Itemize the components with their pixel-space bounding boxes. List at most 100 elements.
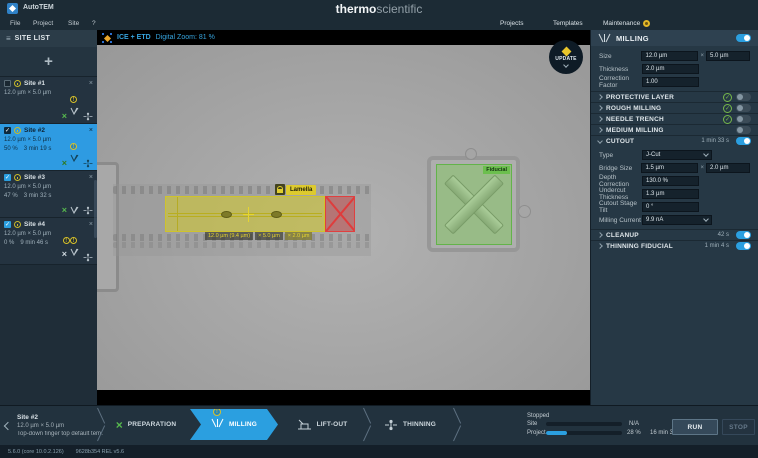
section-label: CUTOUT — [606, 138, 697, 145]
correction-factor-label: Correction Factor — [599, 75, 642, 89]
site-2-checkbox[interactable]: ✓ — [4, 127, 11, 134]
nav-maintenance[interactable]: Maintenance — [603, 20, 640, 27]
site-progress-bar — [546, 422, 622, 426]
section-label: PROTECTIVE LAYER — [606, 94, 719, 101]
version-label: 5.6.0 (core 10.0.2.126) — [8, 449, 64, 455]
bridge-size-input-2[interactable]: 2.0 µm — [706, 163, 750, 173]
rough-milling-toggle[interactable] — [736, 104, 751, 112]
section-needle-trench[interactable]: NEEDLE TRENCH ✓ — [591, 113, 758, 124]
dropdown-caret-icon — [703, 216, 709, 222]
cleanup-toggle[interactable] — [736, 231, 751, 239]
section-label: ROUGH MILLING — [606, 105, 719, 112]
thinning-mini-icon — [82, 253, 94, 262]
section-label: THINNING FIDUCIAL — [606, 243, 701, 250]
needle-trench-toggle[interactable] — [736, 115, 751, 123]
step-thinning[interactable]: THINNING — [366, 409, 454, 440]
lamella-pattern[interactable] — [165, 196, 325, 232]
site-step-icons: × — [62, 206, 94, 215]
site-3-checkbox[interactable]: ✓ — [4, 174, 11, 181]
jcut-pattern[interactable] — [325, 196, 355, 232]
site-4-checkbox[interactable]: ✓ — [4, 221, 11, 228]
nav-templates[interactable]: Templates — [553, 20, 583, 27]
site-name: Site #4 — [24, 221, 45, 228]
medium-milling-toggle[interactable] — [736, 126, 751, 134]
site-step-icons: !× ! — [62, 244, 94, 262]
pattern-handle[interactable] — [221, 211, 232, 218]
site-progress: 0 % — [4, 240, 14, 246]
update-button[interactable]: UPDATE — [549, 40, 583, 74]
section-cutout[interactable]: CUTOUT 1 min 33 s — [591, 135, 758, 146]
milling-current-dropdown[interactable]: 9.9 nA — [642, 215, 712, 225]
section-protective-layer[interactable]: PROTECTIVE LAYER ✓ — [591, 91, 758, 102]
section-label: NEEDLE TRENCH — [606, 116, 719, 123]
section-rough-milling[interactable]: ROUGH MILLING ✓ — [591, 102, 758, 113]
brand-thermo: thermo — [336, 2, 377, 16]
stop-button[interactable]: STOP — [722, 419, 755, 435]
plus-icon: + — [44, 54, 53, 69]
protective-layer-toggle[interactable] — [736, 93, 751, 101]
milling-toggle[interactable] — [736, 34, 751, 42]
menu-file[interactable]: File — [10, 20, 20, 27]
site-list-item-4[interactable]: ✓ Site #4 × 12.0 µm × 5.0 µm 0 %9 min 46… — [0, 218, 97, 265]
site-progress-value: N/A — [629, 421, 639, 427]
thickness-input[interactable]: 2.0 µm — [642, 64, 699, 74]
maintenance-status-icon — [643, 20, 650, 27]
completed-check-icon: ✓ — [723, 115, 732, 124]
trench-teeth-bottom2 — [113, 242, 371, 248]
site-3-close-icon[interactable]: × — [89, 174, 93, 181]
step-liftout[interactable]: LIFT-OUT — [278, 409, 366, 440]
pattern-handle[interactable] — [271, 211, 282, 218]
site-list-item-1[interactable]: Site #1 × 12.0 µm × 5.0 µm × ! — [0, 77, 97, 124]
structure-detail — [518, 205, 531, 218]
section-medium-milling[interactable]: MEDIUM MILLING — [591, 124, 758, 135]
section-thinning-fiducial[interactable]: THINNING FIDUCIAL 1 min 4 s — [591, 240, 758, 251]
site-2-close-icon[interactable]: × — [89, 127, 93, 134]
depth-correction-input[interactable]: 130.0 % — [642, 176, 699, 186]
size-input[interactable]: 12.0 µm — [641, 51, 698, 61]
site-dimensions: 12.0 µm × 5.0 µm — [4, 184, 93, 190]
site-list-item-3[interactable]: ✓ Site #3 × 12.0 µm × 5.0 µm 47 %3 min 3… — [0, 171, 97, 218]
site-1-checkbox[interactable] — [4, 80, 11, 87]
thinning-fiducial-toggle[interactable] — [736, 242, 751, 250]
fiducial-pattern[interactable]: Fiducial — [436, 164, 512, 245]
site-list-item-2[interactable]: ✓ Site #2 × 12.0 µm × 5.0 µm 50 %3 min 1… — [0, 124, 97, 171]
autotem-window: AutoTEM thermoscientific File Project Si… — [0, 0, 758, 458]
menu-site[interactable]: Site — [68, 20, 79, 27]
sem-image[interactable]: Lamella 12.0 µm (9.4 µm) × 5.0 µm × 2.0 … — [97, 45, 590, 390]
preparation-done-icon: × — [62, 112, 67, 121]
chevron-down-icon — [597, 138, 603, 144]
cutout-stage-tilt-input[interactable]: 0 ° — [642, 202, 699, 212]
size-input-2[interactable]: 5.0 µm — [706, 51, 750, 61]
nav-projects[interactable]: Projects — [500, 20, 523, 27]
chevron-right-icon — [597, 127, 603, 133]
bridge-size-input[interactable]: 1.5 µm — [641, 163, 698, 173]
chevron-right-icon — [597, 94, 603, 100]
app-logo-icon — [7, 3, 18, 14]
run-button[interactable]: RUN — [672, 419, 718, 435]
step-milling[interactable]: ! MILLING — [190, 409, 278, 440]
times-separator: × — [700, 53, 704, 59]
menu-help[interactable]: ? — [92, 20, 96, 27]
site-1-close-icon[interactable]: × — [89, 80, 93, 87]
section-cleanup[interactable]: CLEANUP 42 s — [591, 229, 758, 240]
project-progress-bar — [546, 431, 622, 435]
step-separator — [358, 409, 370, 440]
undercut-thickness-input[interactable]: 1.3 µm — [642, 189, 699, 199]
pattern-center-cross[interactable] — [243, 207, 254, 222]
lock-icon — [275, 184, 285, 195]
add-site-button[interactable]: + — [0, 47, 97, 77]
site-dimensions: 12.0 µm × 5.0 µm — [4, 90, 93, 96]
cutout-toggle[interactable] — [736, 137, 751, 145]
site-4-close-icon[interactable]: × — [89, 221, 93, 228]
cutout-stage-tilt-label: Cutout Stage Tilt — [599, 200, 642, 214]
menu-project[interactable]: Project — [33, 20, 53, 27]
chevron-left-icon[interactable] — [4, 422, 12, 430]
step-preparation[interactable]: × PREPARATION — [102, 409, 190, 440]
preparation-icon: × — [62, 249, 67, 259]
type-dropdown[interactable]: J-Cut — [642, 150, 712, 160]
correction-factor-input[interactable]: 1.00 — [642, 77, 699, 87]
site-status-icon — [14, 127, 21, 134]
milling-panel-header[interactable]: MILLING — [591, 30, 758, 46]
site-time: 3 min 19 s — [24, 146, 52, 152]
preparation-done-icon: × — [62, 206, 67, 215]
